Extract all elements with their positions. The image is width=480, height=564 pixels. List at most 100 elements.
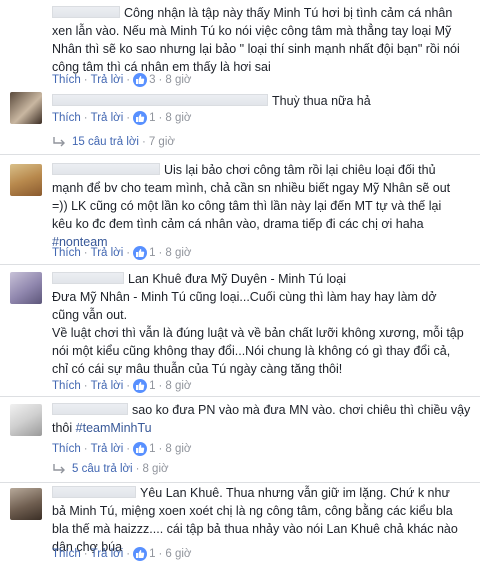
like-count[interactable]: 1	[149, 380, 155, 392]
comment-text: Thuỳ thua nữa hả	[52, 92, 472, 110]
reply-arrow-icon	[53, 464, 65, 474]
separator: ·	[142, 136, 146, 148]
comment-actions: Thích · Trả lời · 3 · 8 giờ	[52, 72, 191, 88]
avatar[interactable]	[10, 164, 42, 196]
reply-link[interactable]: Trả lời	[91, 380, 124, 392]
reply-link[interactable]: Trả lời	[91, 548, 124, 560]
replies-time: 7 giờ	[148, 136, 175, 148]
like-icon[interactable]	[133, 442, 148, 456]
redacted-name[interactable]	[52, 94, 268, 106]
redacted-name[interactable]	[52, 272, 124, 284]
comment-line: kêu ko đc đem tình cảm cá nhân vào, dram…	[52, 217, 424, 231]
replies-count-link[interactable]: 15 câu trả lời	[72, 136, 139, 148]
separator: ·	[135, 463, 140, 475]
like-link[interactable]: Thích	[52, 112, 81, 124]
comment-actions: Thích · Trả lời · 1 · 8 giờ	[52, 110, 191, 126]
comment-line: xen lẫn vào. Nếu mà Minh Tú ko nói việc …	[52, 24, 452, 38]
like-link[interactable]: Thích	[52, 380, 81, 392]
separator: ·	[158, 380, 163, 392]
timestamp[interactable]: 8 giờ	[165, 247, 191, 259]
comment-text: Uis lại bảo chơi công tâm rồi lại chiêu …	[52, 161, 472, 251]
separator: ·	[126, 548, 131, 560]
timestamp[interactable]: 8 giờ	[165, 112, 191, 124]
comment-line: chỉ có cái sự mâu thuẫn của Tú ngày càng…	[52, 362, 343, 376]
separator: ·	[126, 74, 131, 86]
like-link[interactable]: Thích	[52, 548, 81, 560]
like-icon[interactable]	[133, 547, 148, 561]
comment-line: sao ko đưa PN vào mà đưa MN vào. chơi ch…	[132, 403, 471, 417]
comment-line: bả Minh Tú, miệng xoen xoét chị là ng cô…	[52, 504, 453, 518]
comment-line: Thuỳ thua nữa hả	[272, 94, 371, 108]
reply-link[interactable]: Trả lời	[91, 112, 124, 124]
timestamp[interactable]: 6 giờ	[165, 548, 191, 560]
reply-link[interactable]: Trả lời	[91, 74, 124, 86]
like-link[interactable]: Thích	[52, 247, 81, 259]
like-link[interactable]: Thích	[52, 443, 81, 455]
comment-line: thôi	[52, 421, 73, 435]
separator: ·	[158, 443, 163, 455]
view-replies[interactable]: 5 câu trả lời · 8 giờ	[52, 461, 169, 477]
comment-line: Về luật chơi thì vẫn là đúng luật và về …	[52, 326, 464, 340]
reply-link[interactable]: Trả lời	[91, 443, 124, 455]
comment-line: =)) LK cũng có một lần ko công tâm thì l…	[52, 199, 442, 213]
like-count[interactable]: 1	[149, 548, 155, 560]
comment-text: Công nhận là tập này thấy Minh Tú hơi bị…	[52, 4, 472, 76]
comment-actions: Thích · Trả lời · 1 · 6 giờ	[52, 546, 191, 562]
timestamp[interactable]: 8 giờ	[165, 443, 191, 455]
like-icon[interactable]	[133, 379, 148, 393]
like-count[interactable]: 1	[149, 112, 155, 124]
view-replies[interactable]: 15 câu trả lời · 7 giờ	[52, 134, 175, 150]
comment-text: sao ko đưa PN vào mà đưa MN vào. chơi ch…	[52, 401, 472, 437]
redacted-name[interactable]	[52, 6, 120, 18]
redacted-name[interactable]	[52, 163, 160, 175]
avatar[interactable]	[10, 272, 42, 304]
like-count[interactable]: 3	[149, 74, 155, 86]
separator: ·	[158, 74, 163, 86]
separator: ·	[126, 443, 131, 455]
separator: ·	[83, 443, 88, 455]
comment-line: Đưa Mỹ Nhân - Minh Tú cũng loại...Cuối c…	[52, 290, 437, 304]
like-count[interactable]: 1	[149, 443, 155, 455]
avatar[interactable]	[10, 488, 42, 520]
comment-line: mạnh để bv cho team mình, chả cần sn nhi…	[52, 181, 451, 195]
comment-line: Nhân thì sẽ ko sao nhưng lại bảo " loại …	[52, 42, 460, 56]
comment-line: Uis lại bảo chơi công tâm rồi lại chiêu …	[164, 163, 436, 177]
separator: ·	[126, 247, 131, 259]
hashtag-link[interactable]: #teamMinhTu	[76, 421, 152, 435]
separator: ·	[83, 548, 88, 560]
reply-link[interactable]: Trả lời	[91, 247, 124, 259]
comment-line: Yêu Lan Khuê. Thua nhưng vẫn giữ im lặng…	[140, 486, 450, 500]
like-count[interactable]: 1	[149, 247, 155, 259]
like-icon[interactable]	[133, 73, 148, 87]
avatar[interactable]	[10, 92, 42, 124]
like-icon[interactable]	[133, 111, 148, 125]
timestamp[interactable]: 8 giờ	[165, 74, 191, 86]
comment-actions: Thích · Trả lời · 1 · 8 giờ	[52, 245, 191, 261]
avatar[interactable]	[10, 404, 42, 436]
comment-line: nói một kiểu cũng không thay đổi...Nói c…	[52, 344, 451, 358]
replies-count-link[interactable]: 5 câu trả lời	[72, 463, 133, 475]
timestamp[interactable]: 8 giờ	[165, 380, 191, 392]
replies-time: 8 giờ	[142, 463, 169, 475]
divider	[0, 154, 480, 155]
comment-line: cũng vẫn out.	[52, 308, 128, 322]
separator: ·	[158, 112, 163, 124]
separator: ·	[83, 247, 88, 259]
reply-arrow-icon	[53, 137, 65, 147]
separator: ·	[158, 247, 163, 259]
comment-text: Lan Khuê đưa Mỹ Duyên - Minh Tú loại Đưa…	[52, 270, 472, 378]
comment-actions: Thích · Trả lời · 1 · 8 giờ	[52, 378, 191, 394]
divider	[0, 482, 480, 483]
redacted-name[interactable]	[52, 486, 136, 498]
separator: ·	[126, 380, 131, 392]
redacted-name[interactable]	[52, 403, 128, 415]
like-link[interactable]: Thích	[52, 74, 81, 86]
comment-line: bla thế mà haizzz.... cái tập bả thua nh…	[52, 522, 458, 536]
separator: ·	[83, 74, 88, 86]
separator: ·	[83, 112, 88, 124]
like-icon[interactable]	[133, 246, 148, 260]
comment-actions: Thích · Trả lời · 1 · 8 giờ	[52, 441, 191, 457]
comment-line: Công nhận là tập này thấy Minh Tú hơi bị…	[124, 6, 453, 20]
separator: ·	[126, 112, 131, 124]
divider	[0, 396, 480, 397]
